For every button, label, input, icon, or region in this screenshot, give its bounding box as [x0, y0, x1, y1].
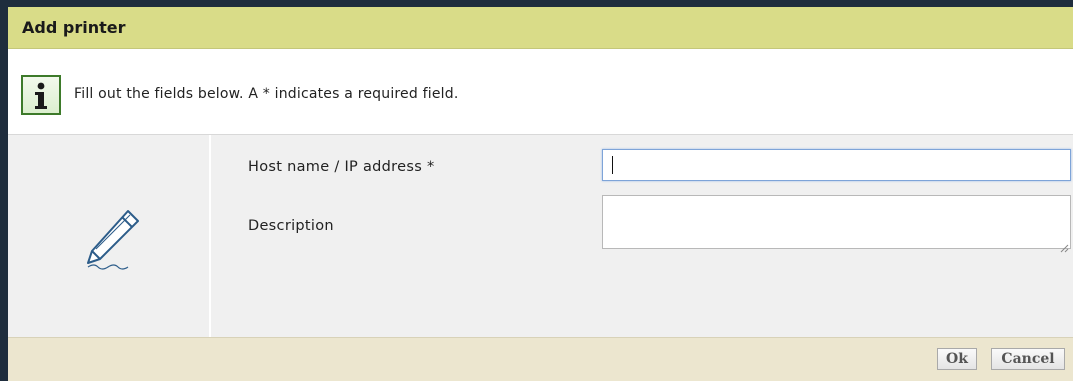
pencil-icon [80, 205, 146, 275]
info-text: Fill out the fields below. A * indicates… [74, 86, 459, 102]
dialog-footer: Ok Cancel [8, 337, 1073, 381]
text-caret [612, 156, 613, 174]
info-message: Fill out the fields below. A * indicates… [8, 49, 1073, 135]
resize-grip-icon[interactable] [1059, 238, 1069, 257]
dialog-title: Add printer [22, 18, 126, 37]
add-printer-dialog: Add printer Fill out the fields below. A… [0, 0, 1073, 381]
form-area: Host name / IP address * Description [8, 135, 1073, 337]
dialog-title-bar: Add printer [8, 7, 1073, 49]
host-label: Host name / IP address * [248, 159, 435, 175]
host-input[interactable] [602, 149, 1071, 181]
cancel-button[interactable]: Cancel [991, 348, 1065, 370]
form-icon-panel [8, 135, 211, 337]
info-icon [21, 75, 61, 115]
description-label: Description [248, 218, 334, 234]
description-input[interactable] [602, 195, 1071, 249]
ok-button[interactable]: Ok [937, 348, 977, 370]
